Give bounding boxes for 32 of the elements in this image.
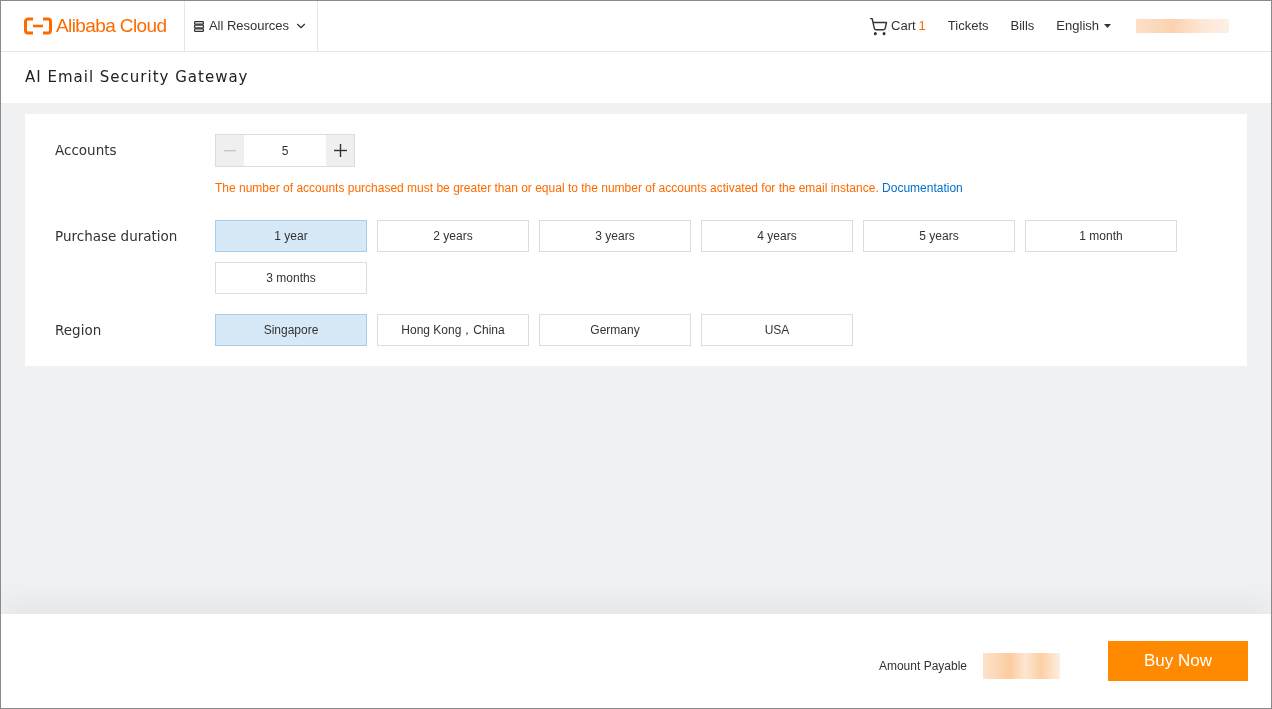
option-button[interactable]: 1 year — [215, 220, 367, 252]
warning-text: The number of accounts purchased must be greater than or equal to the number of accounts activated for the email instance. Documentation — [215, 180, 963, 197]
language-dropdown[interactable]: English — [1056, 16, 1111, 36]
plus-icon — [333, 144, 347, 157]
minus-icon — [224, 149, 236, 152]
nav-link[interactable]: Tickets — [947, 16, 989, 36]
amount-label: Amount Payable — [878, 658, 967, 675]
option-button[interactable]: 4 years — [701, 220, 853, 252]
cart-icon — [869, 16, 888, 36]
logo-text: Alibaba Cloud — [56, 13, 167, 38]
option-button[interactable]: 3 years — [539, 220, 691, 252]
cart-link[interactable]: Cart 1 — [869, 16, 926, 36]
field-label: Region — [55, 320, 102, 340]
option-button[interactable]: 1 month — [1025, 220, 1177, 252]
page-title: AI Email Security Gateway — [25, 67, 249, 89]
increment-button[interactable] — [326, 135, 354, 166]
caret-icon — [1104, 24, 1111, 28]
resources-menu[interactable]: All Resources — [184, 1, 318, 51]
option-button[interactable]: Hong Kong，China — [377, 314, 529, 346]
option-button[interactable]: Germany — [539, 314, 691, 346]
documentation-link[interactable]: Documentation — [882, 181, 963, 195]
option-button[interactable]: Singapore — [215, 314, 367, 346]
logo-icon — [24, 17, 52, 35]
field-label: Purchase duration — [55, 226, 178, 246]
field-label: Accounts — [55, 141, 117, 161]
option-button[interactable]: 5 years — [863, 220, 1015, 252]
quantity-stepper[interactable]: 5 — [215, 134, 355, 167]
option-button[interactable]: 2 years — [377, 220, 529, 252]
list-icon — [193, 20, 204, 32]
nav-link[interactable]: Bills — [1010, 16, 1035, 36]
option-button[interactable]: USA — [701, 314, 853, 346]
option-button[interactable]: 3 months — [215, 262, 367, 294]
